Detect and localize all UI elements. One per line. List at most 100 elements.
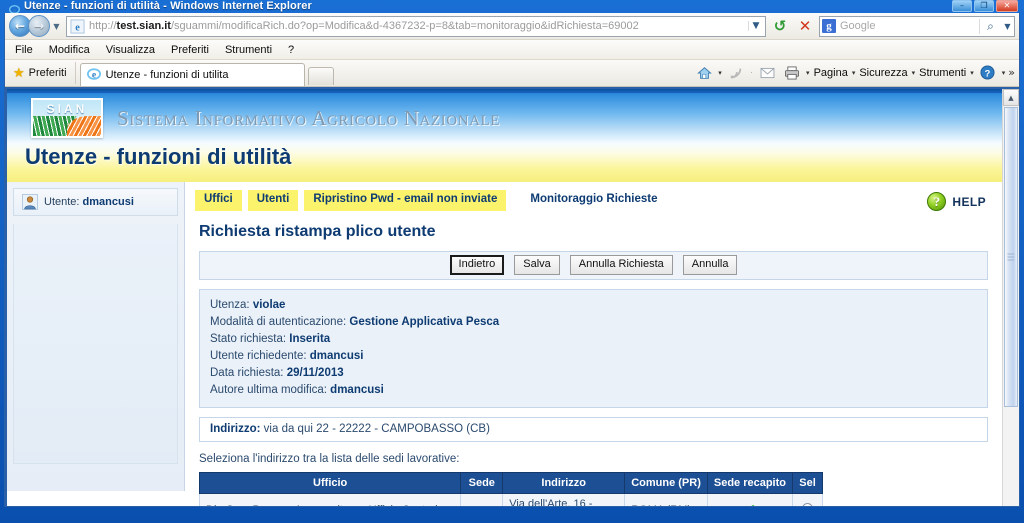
tab-title: Utenze - funzioni di utilita	[105, 69, 229, 81]
search-icon[interactable]: ⌕	[979, 18, 1001, 34]
stop-icon[interactable]: ✕	[794, 16, 816, 37]
menu-item-modifica[interactable]: Modifica	[49, 44, 90, 56]
new-tab-button[interactable]	[307, 67, 334, 85]
question-mark-icon: ?	[927, 192, 947, 211]
svg-text:e: e	[91, 69, 96, 80]
menu-item-help[interactable]: ?	[288, 44, 294, 56]
tab-uffici[interactable]: Uffici	[195, 190, 242, 211]
table-row: Dir. Gen. Pesca e Acquacoltura - Ufficio…	[198, 492, 823, 507]
col-sel[interactable]: Sel	[792, 471, 823, 494]
browser-tab[interactable]: e Utenze - funzioni di utilita	[79, 63, 305, 86]
rss-icon[interactable]	[725, 62, 747, 83]
detail-autore-value: dmancusi	[330, 383, 384, 396]
tab-ripristino-pwd[interactable]: Ripristino Pwd - email non inviate	[304, 190, 507, 211]
url-path: /sguammi/modificaRich.do?op=Modifica&d-4…	[170, 20, 639, 32]
indietro-button[interactable]: Indietro	[449, 255, 505, 275]
tab-monitoraggio-richieste[interactable]: Monitoraggio Richieste	[512, 190, 666, 211]
window-controls: – ❐ ✕	[952, 0, 1018, 12]
detail-modalita-value: Gestione Applicativa Pesca	[349, 315, 500, 328]
toolbar-item-sicurezza[interactable]: Sicurezza	[858, 67, 908, 79]
system-name: Sistema Informativo Agricolo Nazionale	[117, 105, 501, 130]
menu-bar: File Modifica Visualizza Preferiti Strum…	[5, 40, 1019, 60]
svg-text:?: ?	[985, 68, 991, 78]
url-text[interactable]: http://test.sian.it/sguammi/modificaRich…	[89, 20, 748, 32]
favorites-button[interactable]: ★ Preferiti	[9, 62, 76, 84]
scrollbar-track[interactable]	[1003, 106, 1019, 506]
col-ufficio[interactable]: Ufficio	[198, 471, 462, 494]
toolbar-item-pagina[interactable]: Pagina	[813, 67, 849, 79]
address-panel: Indirizzo: via da qui 22 - 22222 - CAMPO…	[199, 416, 988, 442]
scroll-up-button[interactable]: ▲	[1003, 89, 1019, 106]
menu-item-file[interactable]: File	[15, 44, 33, 56]
help-label: HELP	[952, 194, 986, 209]
chevron-down-icon[interactable]: ▼	[748, 21, 763, 31]
address-label: Indirizzo:	[210, 422, 261, 435]
detail-richiedente-label: Utente richiedente:	[210, 349, 307, 362]
home-dropdown-icon[interactable]: ▾	[718, 69, 722, 77]
mail-icon[interactable]	[756, 62, 778, 83]
row-radio-button[interactable]	[802, 503, 813, 506]
tab-utenti[interactable]: Utenti	[247, 190, 299, 211]
detail-stato-value: Inserita	[289, 332, 331, 345]
address-bar[interactable]: e http://test.sian.it/sguammi/modificaRi…	[66, 15, 766, 37]
help-circle-icon[interactable]: ?	[977, 62, 999, 83]
col-sede-recapito[interactable]: Sede recapito	[706, 471, 794, 494]
detail-utenza: Utenza: violae	[210, 297, 987, 314]
strumenti-dropdown-icon[interactable]: ▾	[970, 69, 974, 77]
search-dropdown-icon[interactable]: ▼	[1001, 22, 1014, 31]
page-favicon: e	[70, 18, 85, 34]
print-icon[interactable]	[781, 62, 803, 83]
cell-sede	[460, 492, 504, 506]
menu-item-preferiti[interactable]: Preferiti	[171, 44, 209, 56]
col-sede[interactable]: Sede	[460, 471, 504, 494]
detail-stato: Stato richiesta: Inserita	[210, 331, 987, 348]
favorites-tab-bar: ★ Preferiti e Utenze - funzioni di utili…	[5, 60, 1019, 87]
checkmark-icon: ✔	[744, 502, 756, 507]
scrollbar-thumb[interactable]	[1004, 107, 1018, 407]
favorites-label: Preferiti	[28, 67, 67, 79]
home-icon[interactable]	[693, 62, 715, 83]
print-dropdown-icon[interactable]: ▾	[806, 69, 810, 77]
annulla-button[interactable]: Annulla	[682, 255, 738, 275]
refresh-icon[interactable]: ↺	[769, 16, 791, 37]
detail-data-value: 29/11/2013	[286, 366, 344, 379]
cell-indirizzo: Via dell'Arte, 16 - 00144	[502, 492, 626, 506]
vertical-scrollbar[interactable]: ▲	[1002, 89, 1019, 506]
menu-item-visualizza[interactable]: Visualizza	[106, 44, 155, 56]
user-prefix: Utente:	[44, 196, 83, 208]
minimize-button[interactable]: –	[952, 0, 972, 12]
site-banner: SIAN Sistema Informativo Agricolo Nazion…	[7, 89, 1002, 182]
close-button[interactable]: ✕	[996, 0, 1018, 12]
overflow-chevron-icon[interactable]: »	[1008, 66, 1015, 79]
request-details-panel: Utenza: violae Modalità di autenticazion…	[199, 288, 988, 408]
page-viewport: SIAN Sistema Informativo Agricolo Nazion…	[5, 87, 1019, 506]
annulla-richiesta-button[interactable]: Annulla Richiesta	[569, 255, 673, 275]
help-link[interactable]: ? HELP	[927, 192, 986, 211]
detail-utenza-value: violae	[252, 298, 286, 311]
main-content: Uffici Utenti Ripristino Pwd - email non…	[185, 182, 1002, 506]
url-scheme: http://	[89, 20, 117, 32]
detail-autore-label: Autore ultima modifica:	[210, 383, 327, 396]
col-indirizzo[interactable]: Indirizzo	[502, 471, 626, 494]
forward-button[interactable]: →	[28, 15, 50, 37]
logo-text: SIAN	[46, 102, 88, 116]
search-input[interactable]: Google	[840, 20, 979, 32]
detail-richiedente-value: dmancusi	[309, 349, 364, 362]
col-comune[interactable]: Comune (PR)	[624, 471, 708, 494]
sicurezza-dropdown-icon[interactable]: ▾	[912, 69, 916, 77]
history-dropdown-icon[interactable]: ▼	[50, 22, 63, 31]
detail-utenza-label: Utenza:	[210, 298, 250, 311]
nav-buttons: ← → ▼	[9, 15, 63, 37]
search-box[interactable]: g Google ⌕ ▼	[819, 15, 1015, 37]
user-name: dmancusi	[82, 196, 134, 208]
cell-sel[interactable]	[792, 492, 823, 506]
address-value: via da qui 22 - 22222 - CAMPOBASSO (CB)	[263, 422, 490, 435]
toolbar-divider: ·	[749, 67, 754, 78]
salva-button[interactable]: Salva	[514, 255, 560, 275]
menu-item-strumenti[interactable]: Strumenti	[225, 44, 272, 56]
action-button-bar: Indietro Salva Annulla Richiesta Annulla	[199, 250, 988, 280]
maximize-button[interactable]: ❐	[974, 0, 994, 12]
toolbar-item-strumenti[interactable]: Strumenti	[918, 67, 967, 79]
pagina-dropdown-icon[interactable]: ▾	[852, 69, 856, 77]
help-dropdown-icon[interactable]: ▾	[1002, 69, 1006, 77]
